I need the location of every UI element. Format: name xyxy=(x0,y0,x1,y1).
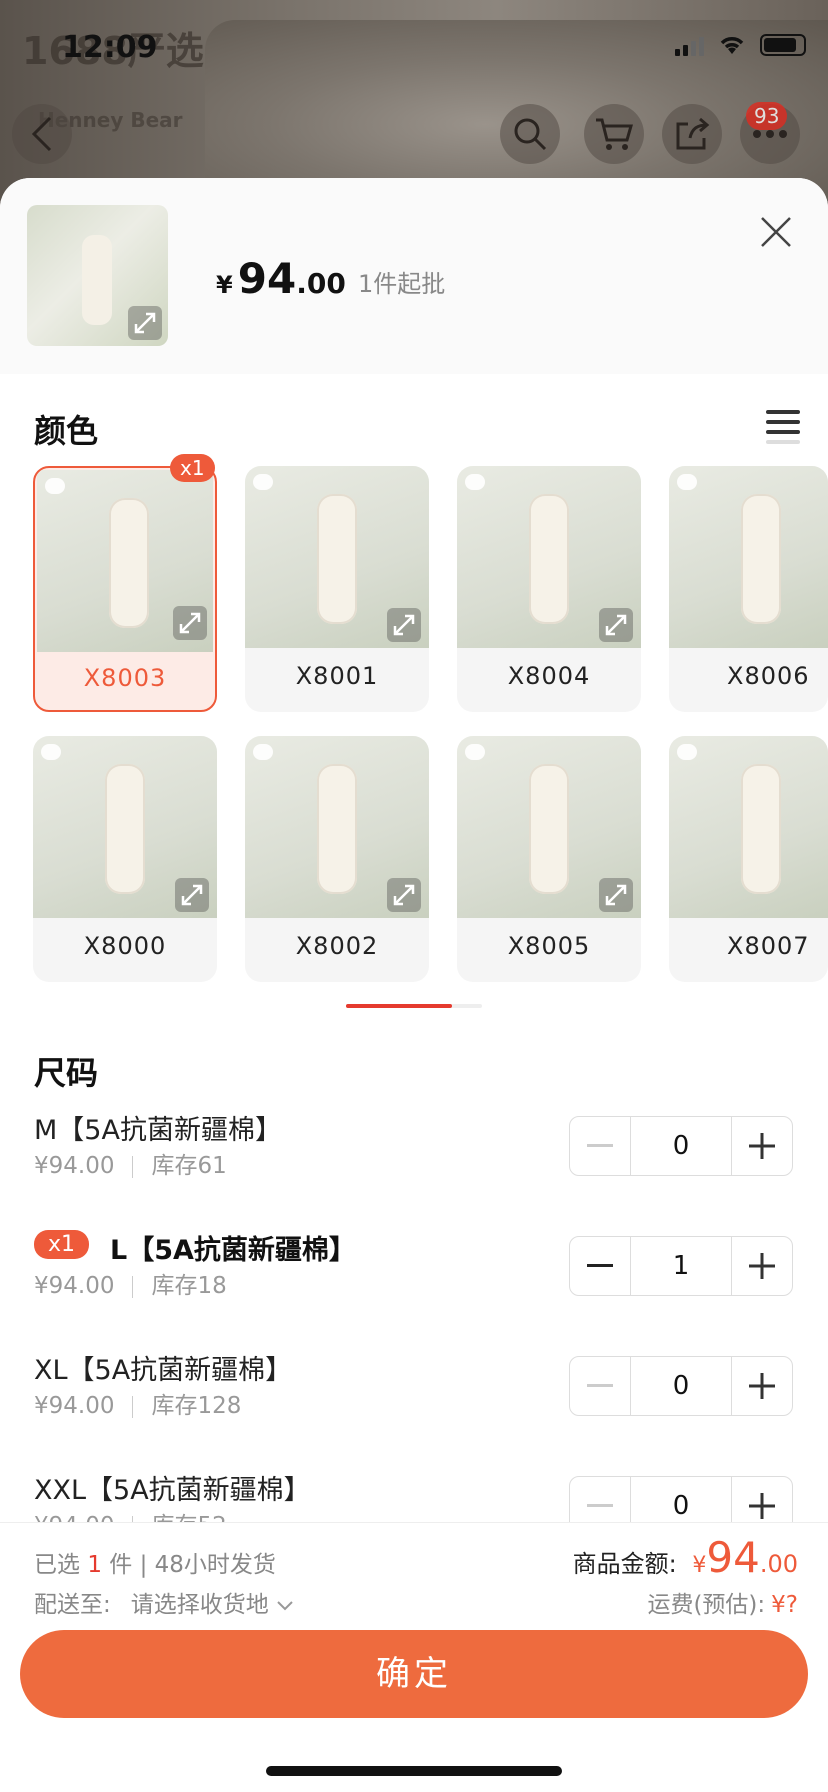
quantity-stepper-L: 1 xyxy=(569,1236,793,1296)
size-meta-L: ¥94.00 库存18 xyxy=(34,1273,227,1299)
selected-thumbnail[interactable] xyxy=(27,205,168,346)
expand-icon[interactable] xyxy=(599,878,633,912)
quantity-value[interactable]: 1 xyxy=(630,1237,732,1295)
color-label: X8005 xyxy=(507,932,591,960)
min-order-text: 1件起批 xyxy=(358,270,446,298)
minus-button[interactable] xyxy=(570,1117,630,1175)
size-meta-XL: ¥94.00 库存128 xyxy=(34,1393,242,1419)
plus-button[interactable] xyxy=(732,1117,792,1175)
sku-selection-sheet: ¥ 94.00 1件起批 颜色 X8003 x1 X8001 X8004 X80… xyxy=(0,178,828,1792)
color-option-X8001[interactable]: X8001 xyxy=(245,466,429,712)
expand-icon[interactable] xyxy=(175,878,209,912)
close-icon[interactable] xyxy=(756,212,796,252)
battery-icon xyxy=(760,34,806,56)
plus-button[interactable] xyxy=(732,1237,792,1295)
share-button[interactable] xyxy=(662,104,722,164)
signal-icon xyxy=(675,34,704,56)
color-option-X8005[interactable]: X8005 xyxy=(457,736,641,982)
color-scroll-indicator xyxy=(346,1004,482,1008)
cart-button[interactable] xyxy=(584,104,644,164)
color-label: X8000 xyxy=(83,932,167,960)
color-label: X8007 xyxy=(727,932,810,960)
cart-icon xyxy=(596,118,633,150)
home-indicator xyxy=(266,1766,562,1776)
plus-button[interactable] xyxy=(732,1357,792,1415)
quantity-stepper-M: 0 xyxy=(569,1116,793,1176)
quantity-value[interactable]: 0 xyxy=(630,1357,732,1415)
status-icons xyxy=(675,34,806,56)
list-view-icon[interactable] xyxy=(766,410,800,450)
unit-price: ¥ 94.00 xyxy=(216,254,346,303)
color-option-X8004[interactable]: X8004 xyxy=(457,466,641,712)
color-label: X8002 xyxy=(295,932,379,960)
background-product-page: 1688严选 Henney Bear 12:09 93 xyxy=(0,0,828,210)
size-name-L: L【5A抗菌新疆棉】 xyxy=(110,1235,356,1266)
message-badge: 93 xyxy=(746,102,788,130)
status-time: 12:09 xyxy=(62,30,158,65)
shipping-address-selector[interactable]: 配送至: 请选择收货地 xyxy=(34,1585,294,1619)
color-option-X8002[interactable]: X8002 xyxy=(245,736,429,982)
color-label: X8001 xyxy=(295,662,379,690)
quantity-value[interactable]: 0 xyxy=(630,1117,732,1175)
expand-icon[interactable] xyxy=(387,878,421,912)
color-label: X8003 xyxy=(83,664,167,692)
more-dots-icon xyxy=(753,130,787,138)
expand-icon[interactable] xyxy=(387,608,421,642)
color-option-X8003[interactable]: X8003 xyxy=(33,466,217,712)
expand-icon[interactable] xyxy=(599,608,633,642)
wifi-icon xyxy=(720,37,744,54)
color-option-X8000[interactable]: X8000 xyxy=(33,736,217,982)
confirm-button[interactable]: 确定 xyxy=(20,1630,808,1718)
color-option-X8006[interactable]: X8006 xyxy=(669,466,828,712)
minus-icon xyxy=(587,1144,613,1147)
plus-icon xyxy=(749,1373,775,1399)
freight-estimate: 运费(预估): ¥? xyxy=(647,1592,798,1618)
plus-icon xyxy=(749,1493,775,1519)
search-button[interactable] xyxy=(500,104,560,164)
expand-icon[interactable] xyxy=(173,606,207,640)
chevron-down-icon xyxy=(277,1601,293,1611)
size-name-M: M【5A抗菌新疆棉】 xyxy=(34,1115,282,1146)
minus-button[interactable] xyxy=(570,1237,630,1295)
chevron-left-icon xyxy=(31,116,52,152)
size-name-XXL: XXL【5A抗菌新疆棉】 xyxy=(34,1475,311,1506)
color-option-X8007[interactable]: X8007 xyxy=(669,736,828,982)
plus-icon xyxy=(749,1133,775,1159)
minus-icon xyxy=(587,1384,613,1387)
expand-icon[interactable] xyxy=(128,306,162,340)
selected-summary: 已选 1 件 | 48小时发货 xyxy=(34,1552,276,1578)
color-label: X8004 xyxy=(507,662,591,690)
total-amount: 商品金额: ¥94.00 xyxy=(572,1533,798,1582)
plus-icon xyxy=(749,1253,775,1279)
color-qty-badge: x1 xyxy=(170,454,215,482)
size-qty-badge: x1 xyxy=(34,1230,90,1259)
color-section-title: 颜色 xyxy=(34,412,99,450)
size-section-title: 尺码 xyxy=(34,1054,99,1092)
share-icon xyxy=(676,117,710,150)
color-label: X8006 xyxy=(727,662,810,690)
minus-button[interactable] xyxy=(570,1357,630,1415)
back-button[interactable] xyxy=(12,104,72,164)
minus-icon xyxy=(587,1504,613,1507)
size-name-XL: XL【5A抗菌新疆棉】 xyxy=(34,1355,293,1386)
size-meta-M: ¥94.00 库存61 xyxy=(34,1153,227,1179)
quantity-stepper-XL: 0 xyxy=(569,1356,793,1416)
minus-icon xyxy=(587,1264,613,1267)
sheet-header: ¥ 94.00 1件起批 xyxy=(0,178,828,374)
search-icon xyxy=(514,118,547,151)
